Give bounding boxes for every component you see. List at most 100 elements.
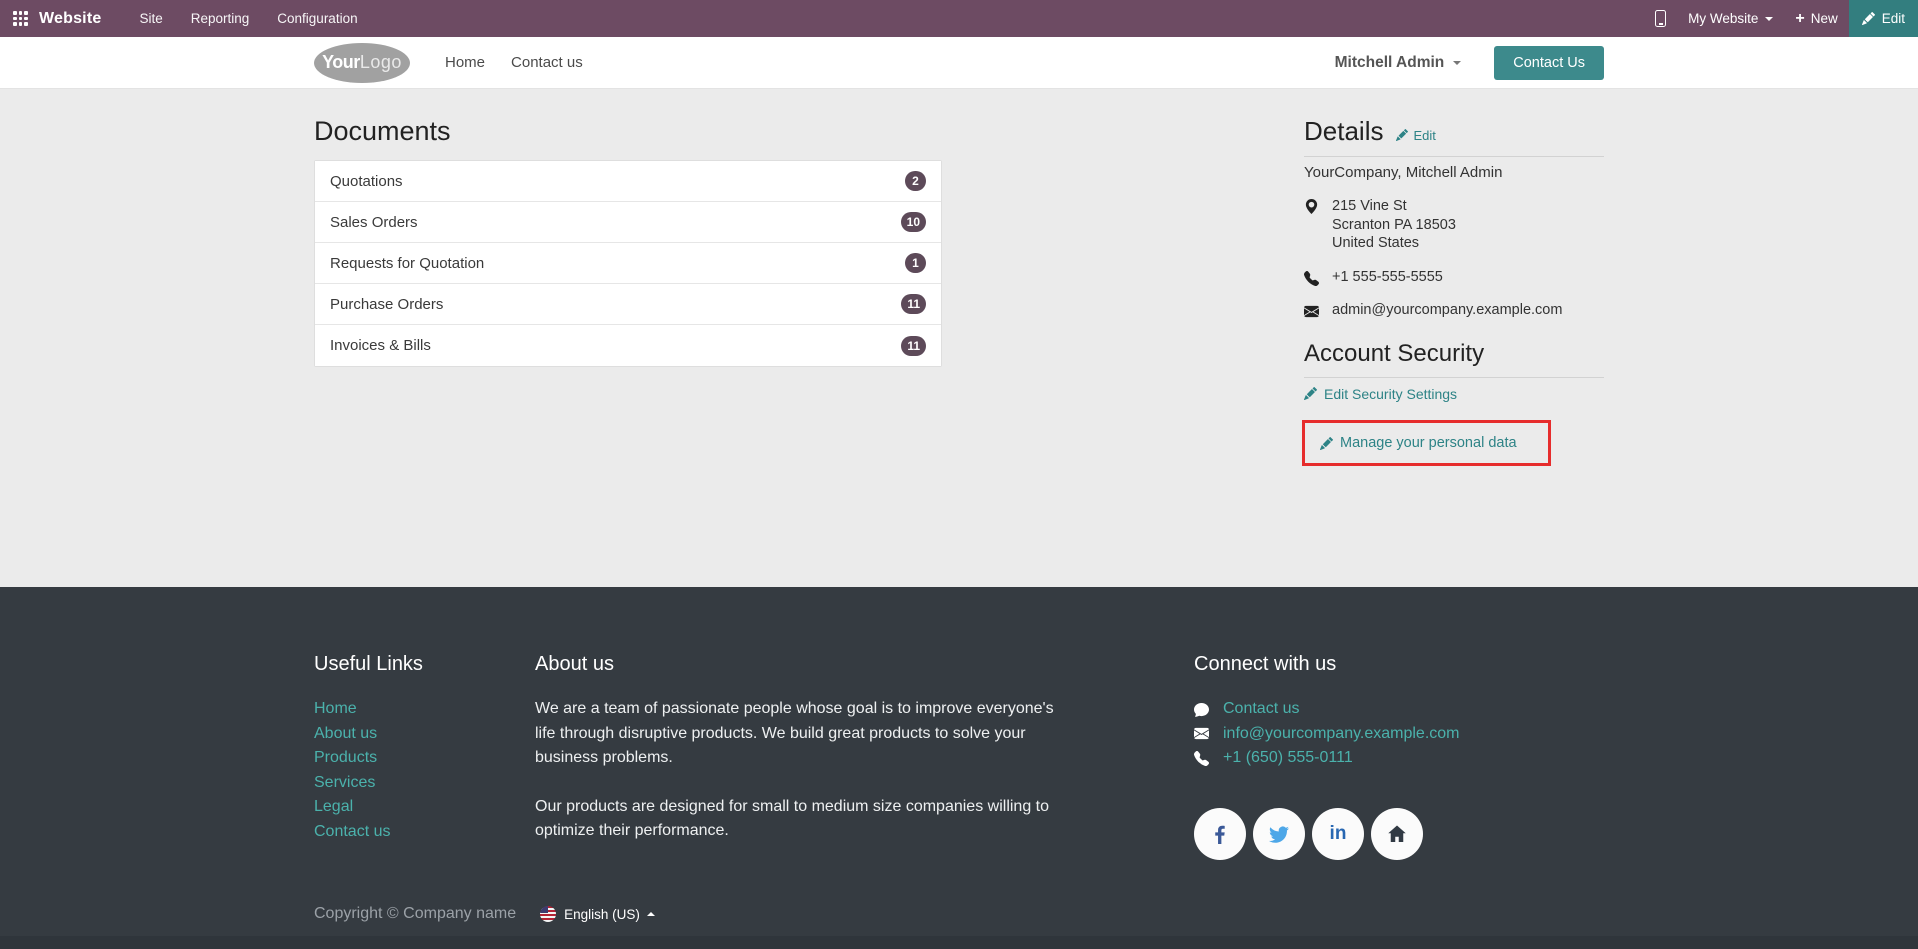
list-item-label: Sales Orders (330, 213, 418, 231)
chevron-down-icon (1453, 60, 1462, 65)
count-badge: 2 (905, 171, 926, 191)
manage-personal-data-link[interactable]: Manage your personal data (1320, 435, 1517, 451)
comment-icon (1194, 702, 1209, 717)
language-label: English (US) (564, 906, 640, 922)
pencil-icon (1396, 129, 1409, 141)
home-button[interactable] (1371, 807, 1423, 860)
list-item-purchase-orders[interactable]: Purchase Orders 11 (315, 284, 941, 325)
footer-link-about-us[interactable]: About us (314, 725, 377, 742)
logo-text-your: Your (322, 52, 360, 72)
new-button[interactable]: + New (1784, 0, 1848, 37)
list-item-label: Invoices & Bills (330, 337, 431, 354)
app-name[interactable]: Website (39, 10, 101, 28)
logo-text-logo: Logo (359, 52, 402, 72)
useful-links-list: Home About us Products Services Legal Co… (314, 697, 535, 844)
portal-main: Documents Quotations 2 Sales Orders 10 R… (0, 89, 1918, 587)
list-item-label: Purchase Orders (330, 295, 444, 313)
count-badge: 11 (901, 294, 926, 314)
top-navbar: Website Site Reporting Configuration My … (0, 0, 1918, 37)
phone-icon (1304, 270, 1319, 286)
edit-button[interactable]: Edit (1848, 0, 1918, 37)
us-flag-icon (540, 906, 557, 922)
footer-email-link[interactable]: info@yourcompany.example.com (1223, 722, 1460, 747)
edit-button-label: Edit (1881, 11, 1905, 26)
website-switcher-label: My Website (1688, 11, 1759, 26)
twitter-button[interactable] (1253, 807, 1305, 860)
home-icon (1388, 825, 1406, 842)
apps-grid-icon[interactable] (13, 11, 28, 26)
documents-list: Quotations 2 Sales Orders 10 Requests fo… (314, 160, 942, 367)
contact-us-button[interactable]: Contact Us (1494, 45, 1604, 80)
details-email: admin@yourcompany.example.com (1332, 301, 1563, 318)
list-item-invoices-bills[interactable]: Invoices & Bills 11 (315, 325, 941, 366)
copyright-text: Copyright © Company name (314, 905, 517, 922)
manage-personal-data-label: Manage your personal data (1340, 435, 1517, 451)
plus-icon: + (1795, 9, 1805, 27)
footer-link-services[interactable]: Services (314, 774, 375, 791)
facebook-icon (1215, 825, 1225, 844)
footer-link-legal[interactable]: Legal (314, 798, 353, 815)
list-item-sales-orders[interactable]: Sales Orders 10 (315, 202, 941, 243)
pencil-icon (1861, 12, 1875, 25)
footer-link-products[interactable]: Products (314, 749, 377, 766)
envelope-icon (1194, 728, 1209, 740)
page-title: Documents (314, 116, 451, 146)
site-footer: Useful Links Home About us Products Serv… (0, 587, 1918, 949)
nav-contact-us[interactable]: Contact us (511, 54, 583, 71)
mobile-icon (1655, 10, 1667, 27)
language-switcher[interactable]: English (US) (540, 906, 655, 922)
nav-home[interactable]: Home (445, 54, 485, 71)
map-marker-icon (1305, 199, 1318, 214)
about-us-title: About us (535, 653, 614, 675)
list-item-label: Quotations (330, 172, 403, 190)
list-item-quotations[interactable]: Quotations 2 (315, 161, 941, 202)
user-name: Mitchell Admin (1334, 53, 1445, 71)
account-security-title: Account Security (1304, 339, 1485, 367)
menu-configuration[interactable]: Configuration (263, 0, 371, 37)
footer-link-home[interactable]: Home (314, 700, 357, 717)
details-edit-link[interactable]: Edit (1396, 127, 1436, 143)
mobile-preview-button[interactable] (1644, 0, 1677, 37)
address-line: 215 Vine St (1332, 198, 1407, 214)
count-badge: 10 (900, 212, 926, 232)
details-edit-label: Edit (1413, 127, 1436, 143)
envelope-icon (1304, 305, 1319, 317)
linkedin-button[interactable]: in (1312, 807, 1364, 860)
about-us-paragraph-1: We are a team of passionate people whose… (535, 700, 1054, 766)
website-switcher[interactable]: My Website (1677, 0, 1784, 37)
user-menu[interactable]: Mitchell Admin (1335, 54, 1462, 72)
footer-phone-link[interactable]: +1 (650) 555-0111 (1223, 746, 1353, 771)
caret-up-icon (646, 912, 655, 916)
edit-security-settings-label: Edit Security Settings (1324, 385, 1458, 402)
footer-contact-us-link[interactable]: Contact us (1223, 697, 1299, 722)
chevron-down-icon (1765, 16, 1774, 21)
menu-site[interactable]: Site (125, 0, 176, 37)
divider (1304, 376, 1604, 378)
details-phone: +1 555-555-5555 (1332, 268, 1443, 285)
site-nav: Home Contact us (445, 54, 583, 71)
address-line: United States (1332, 235, 1420, 251)
social-links: in (1194, 807, 1604, 860)
company-line: YourCompany, Mitchell Admin (1304, 164, 1503, 181)
twitter-icon (1269, 825, 1289, 843)
footer-link-contact-us[interactable]: Contact us (314, 823, 390, 840)
new-button-label: New (1810, 11, 1838, 26)
menu-reporting[interactable]: Reporting (177, 0, 264, 37)
annotation-highlight-box: Manage your personal data (1302, 420, 1551, 466)
pencil-icon (1304, 387, 1317, 400)
site-logo[interactable]: Your Logo (314, 42, 410, 83)
divider (1304, 156, 1604, 157)
edit-security-settings-link[interactable]: Edit Security Settings (1304, 386, 1457, 402)
linkedin-icon: in (1329, 822, 1347, 844)
details-title: Details (1304, 116, 1384, 146)
pencil-icon (1320, 436, 1333, 450)
address-line: Scranton PA 18503 (1332, 216, 1456, 233)
address-block: 215 Vine St Scranton PA 18503 United Sta… (1332, 197, 1456, 253)
count-badge: 1 (905, 253, 926, 273)
list-item-label: Requests for Quotation (330, 254, 485, 272)
list-item-rfq[interactable]: Requests for Quotation 1 (315, 243, 941, 284)
site-header: Your Logo Home Contact us Mitchell Admin … (0, 37, 1918, 89)
count-badge: 11 (901, 335, 926, 356)
footer-bottom-strip (0, 936, 1918, 949)
facebook-button[interactable] (1194, 807, 1246, 860)
